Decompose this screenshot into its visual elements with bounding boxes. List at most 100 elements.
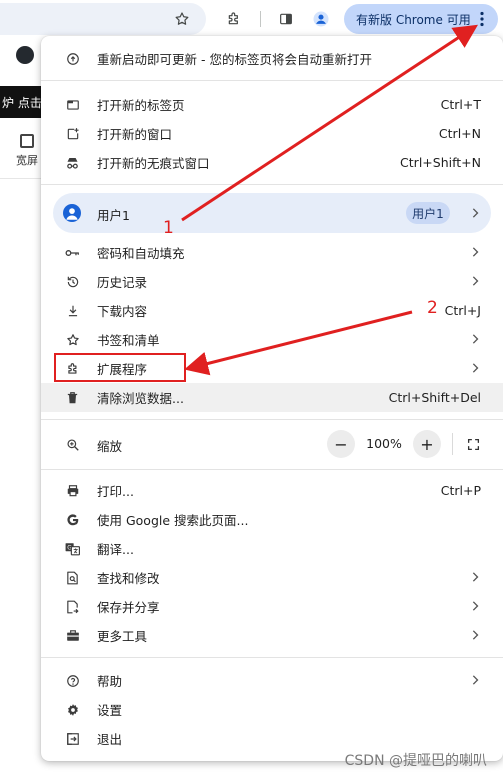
menu-item-shortcut: Ctrl+P bbox=[440, 483, 481, 498]
menu-item-label: 历史记录 bbox=[97, 275, 148, 290]
profile-avatar-icon[interactable] bbox=[309, 7, 333, 31]
history-icon bbox=[65, 274, 80, 289]
browser-toolbar: 有新版 Chrome 可用 bbox=[0, 0, 503, 38]
menu-item-more-tools[interactable]: 更多工具 bbox=[41, 621, 503, 650]
menu-item-label: 打开新的窗口 bbox=[97, 127, 173, 142]
dark-banner: 炉 点击 bbox=[0, 86, 44, 118]
menu-item-new-tab[interactable]: 打开新的标签页 Ctrl+T bbox=[41, 90, 503, 119]
widescreen-label: 宽屏 bbox=[16, 154, 38, 167]
zoom-in-button[interactable]: + bbox=[413, 430, 441, 458]
menu-divider bbox=[41, 469, 503, 470]
gear-icon bbox=[65, 702, 80, 717]
google-g-icon bbox=[65, 512, 80, 527]
menu-item-shortcut: Ctrl+Shift+N bbox=[400, 155, 481, 170]
translate-icon: G bbox=[65, 541, 80, 556]
printer-icon bbox=[65, 483, 80, 498]
menu-item-shortcut: Ctrl+Shift+Del bbox=[388, 390, 481, 405]
menu-item-profile[interactable]: 用户1 用户1 bbox=[53, 193, 491, 233]
menu-item-incognito[interactable]: 打开新的无痕式窗口 Ctrl+Shift+N bbox=[41, 148, 503, 177]
menu-item-label: 打开新的无痕式窗口 bbox=[97, 156, 210, 171]
menu-item-bookmarks[interactable]: 书签和清单 bbox=[41, 325, 503, 354]
menu-item-label: 退出 bbox=[97, 732, 123, 747]
chevron-right-icon bbox=[469, 629, 481, 641]
menu-divider bbox=[41, 657, 503, 658]
more-menu-dots-icon[interactable] bbox=[472, 9, 492, 29]
menu-item-label: 查找和修改 bbox=[97, 571, 160, 586]
menu-item-find-edit[interactable]: 查找和修改 bbox=[41, 563, 503, 592]
menu-item-settings[interactable]: 设置 bbox=[41, 695, 503, 724]
menu-item-new-window[interactable]: 打开新的窗口 Ctrl+N bbox=[41, 119, 503, 148]
relaunch-update-icon bbox=[65, 51, 80, 66]
menu-item-label: 设置 bbox=[97, 703, 123, 718]
background-divider bbox=[0, 178, 44, 179]
chrome-main-menu: 重新启动即可更新 - 您的标签页将会自动重新打开 打开新的标签页 Ctrl+T … bbox=[41, 36, 503, 761]
chevron-right-icon bbox=[469, 362, 481, 374]
update-label: 有新版 Chrome 可用 bbox=[356, 12, 471, 27]
trash-icon bbox=[65, 390, 80, 405]
github-icon[interactable] bbox=[16, 46, 34, 64]
widescreen-icon bbox=[20, 134, 34, 148]
menu-item-label: 打印... bbox=[97, 484, 134, 499]
menu-item-label: 保存并分享 bbox=[97, 600, 160, 615]
menu-item-translate[interactable]: G 翻译... bbox=[41, 534, 503, 563]
watermark: CSDN @提哑巴的喇叭 bbox=[344, 753, 487, 769]
fullscreen-icon[interactable] bbox=[463, 434, 483, 454]
menu-item-passwords[interactable]: 密码和自动填充 bbox=[41, 238, 503, 267]
annotation-number-2: 2 bbox=[427, 298, 438, 318]
bookmark-star-icon[interactable] bbox=[170, 7, 194, 31]
menu-item-relaunch[interactable]: 重新启动即可更新 - 您的标签页将会自动重新打开 bbox=[41, 44, 503, 73]
chevron-right-icon bbox=[469, 571, 481, 583]
menu-item-google-search[interactable]: 使用 Google 搜索此页面... bbox=[41, 505, 503, 534]
menu-item-label: 清除浏览数据... bbox=[97, 391, 184, 406]
side-panel-icon[interactable] bbox=[274, 7, 298, 31]
chevron-right-icon bbox=[469, 246, 481, 258]
menu-item-exit[interactable]: 退出 bbox=[41, 724, 503, 753]
exit-icon bbox=[65, 731, 80, 746]
menu-item-save-share[interactable]: 保存并分享 bbox=[41, 592, 503, 621]
menu-item-label: 翻译... bbox=[97, 542, 134, 557]
menu-item-history[interactable]: 历史记录 bbox=[41, 267, 503, 296]
chevron-right-icon bbox=[469, 275, 481, 287]
menu-item-label: 书签和清单 bbox=[97, 333, 160, 348]
menu-item-label: 密码和自动填充 bbox=[97, 246, 185, 261]
menu-item-shortcut: Ctrl+J bbox=[444, 303, 481, 318]
chevron-right-icon bbox=[469, 333, 481, 345]
menu-item-label: 打开新的标签页 bbox=[97, 98, 185, 113]
annotation-number-1: 1 bbox=[163, 218, 174, 238]
menu-item-clear-data[interactable]: 清除浏览数据... Ctrl+Shift+Del bbox=[41, 383, 503, 412]
menu-item-print[interactable]: 打印... Ctrl+P bbox=[41, 476, 503, 505]
zoom-separator bbox=[452, 433, 453, 455]
extensions-puzzle-icon[interactable] bbox=[222, 7, 246, 31]
incognito-icon bbox=[65, 155, 80, 170]
profile-name: 用户1 bbox=[97, 208, 130, 223]
menu-item-label: 更多工具 bbox=[97, 629, 148, 644]
zoom-label: 缩放 bbox=[97, 439, 123, 454]
download-icon bbox=[65, 303, 80, 318]
star-icon bbox=[65, 332, 80, 347]
menu-item-shortcut: Ctrl+N bbox=[438, 126, 481, 141]
chevron-right-icon bbox=[469, 207, 481, 219]
menu-divider bbox=[41, 419, 503, 420]
menu-item-label: 下载内容 bbox=[97, 304, 148, 319]
user-avatar-icon bbox=[63, 204, 81, 222]
key-icon bbox=[65, 245, 80, 260]
menu-item-help[interactable]: 帮助 bbox=[41, 666, 503, 695]
menu-item-zoom: 缩放 − 100% + bbox=[41, 427, 503, 461]
menu-item-shortcut: Ctrl+T bbox=[440, 97, 481, 112]
find-in-page-icon bbox=[65, 570, 80, 585]
widescreen-tool[interactable]: 宽屏 bbox=[12, 134, 42, 174]
zoom-out-button[interactable]: − bbox=[327, 430, 355, 458]
extensions-highlight-box bbox=[54, 353, 186, 382]
chevron-right-icon bbox=[469, 674, 481, 686]
new-tab-icon bbox=[65, 97, 80, 112]
new-window-icon bbox=[65, 126, 80, 141]
update-available-button[interactable]: 有新版 Chrome 可用 bbox=[344, 4, 498, 34]
menu-item-label: 帮助 bbox=[97, 674, 123, 689]
menu-divider bbox=[41, 184, 503, 185]
zoom-level: 100% bbox=[366, 436, 402, 451]
profile-badge: 用户1 bbox=[406, 202, 450, 224]
menu-divider bbox=[41, 80, 503, 81]
save-share-icon bbox=[65, 599, 80, 614]
help-icon bbox=[65, 673, 80, 688]
zoom-magnifier-icon bbox=[65, 437, 80, 452]
